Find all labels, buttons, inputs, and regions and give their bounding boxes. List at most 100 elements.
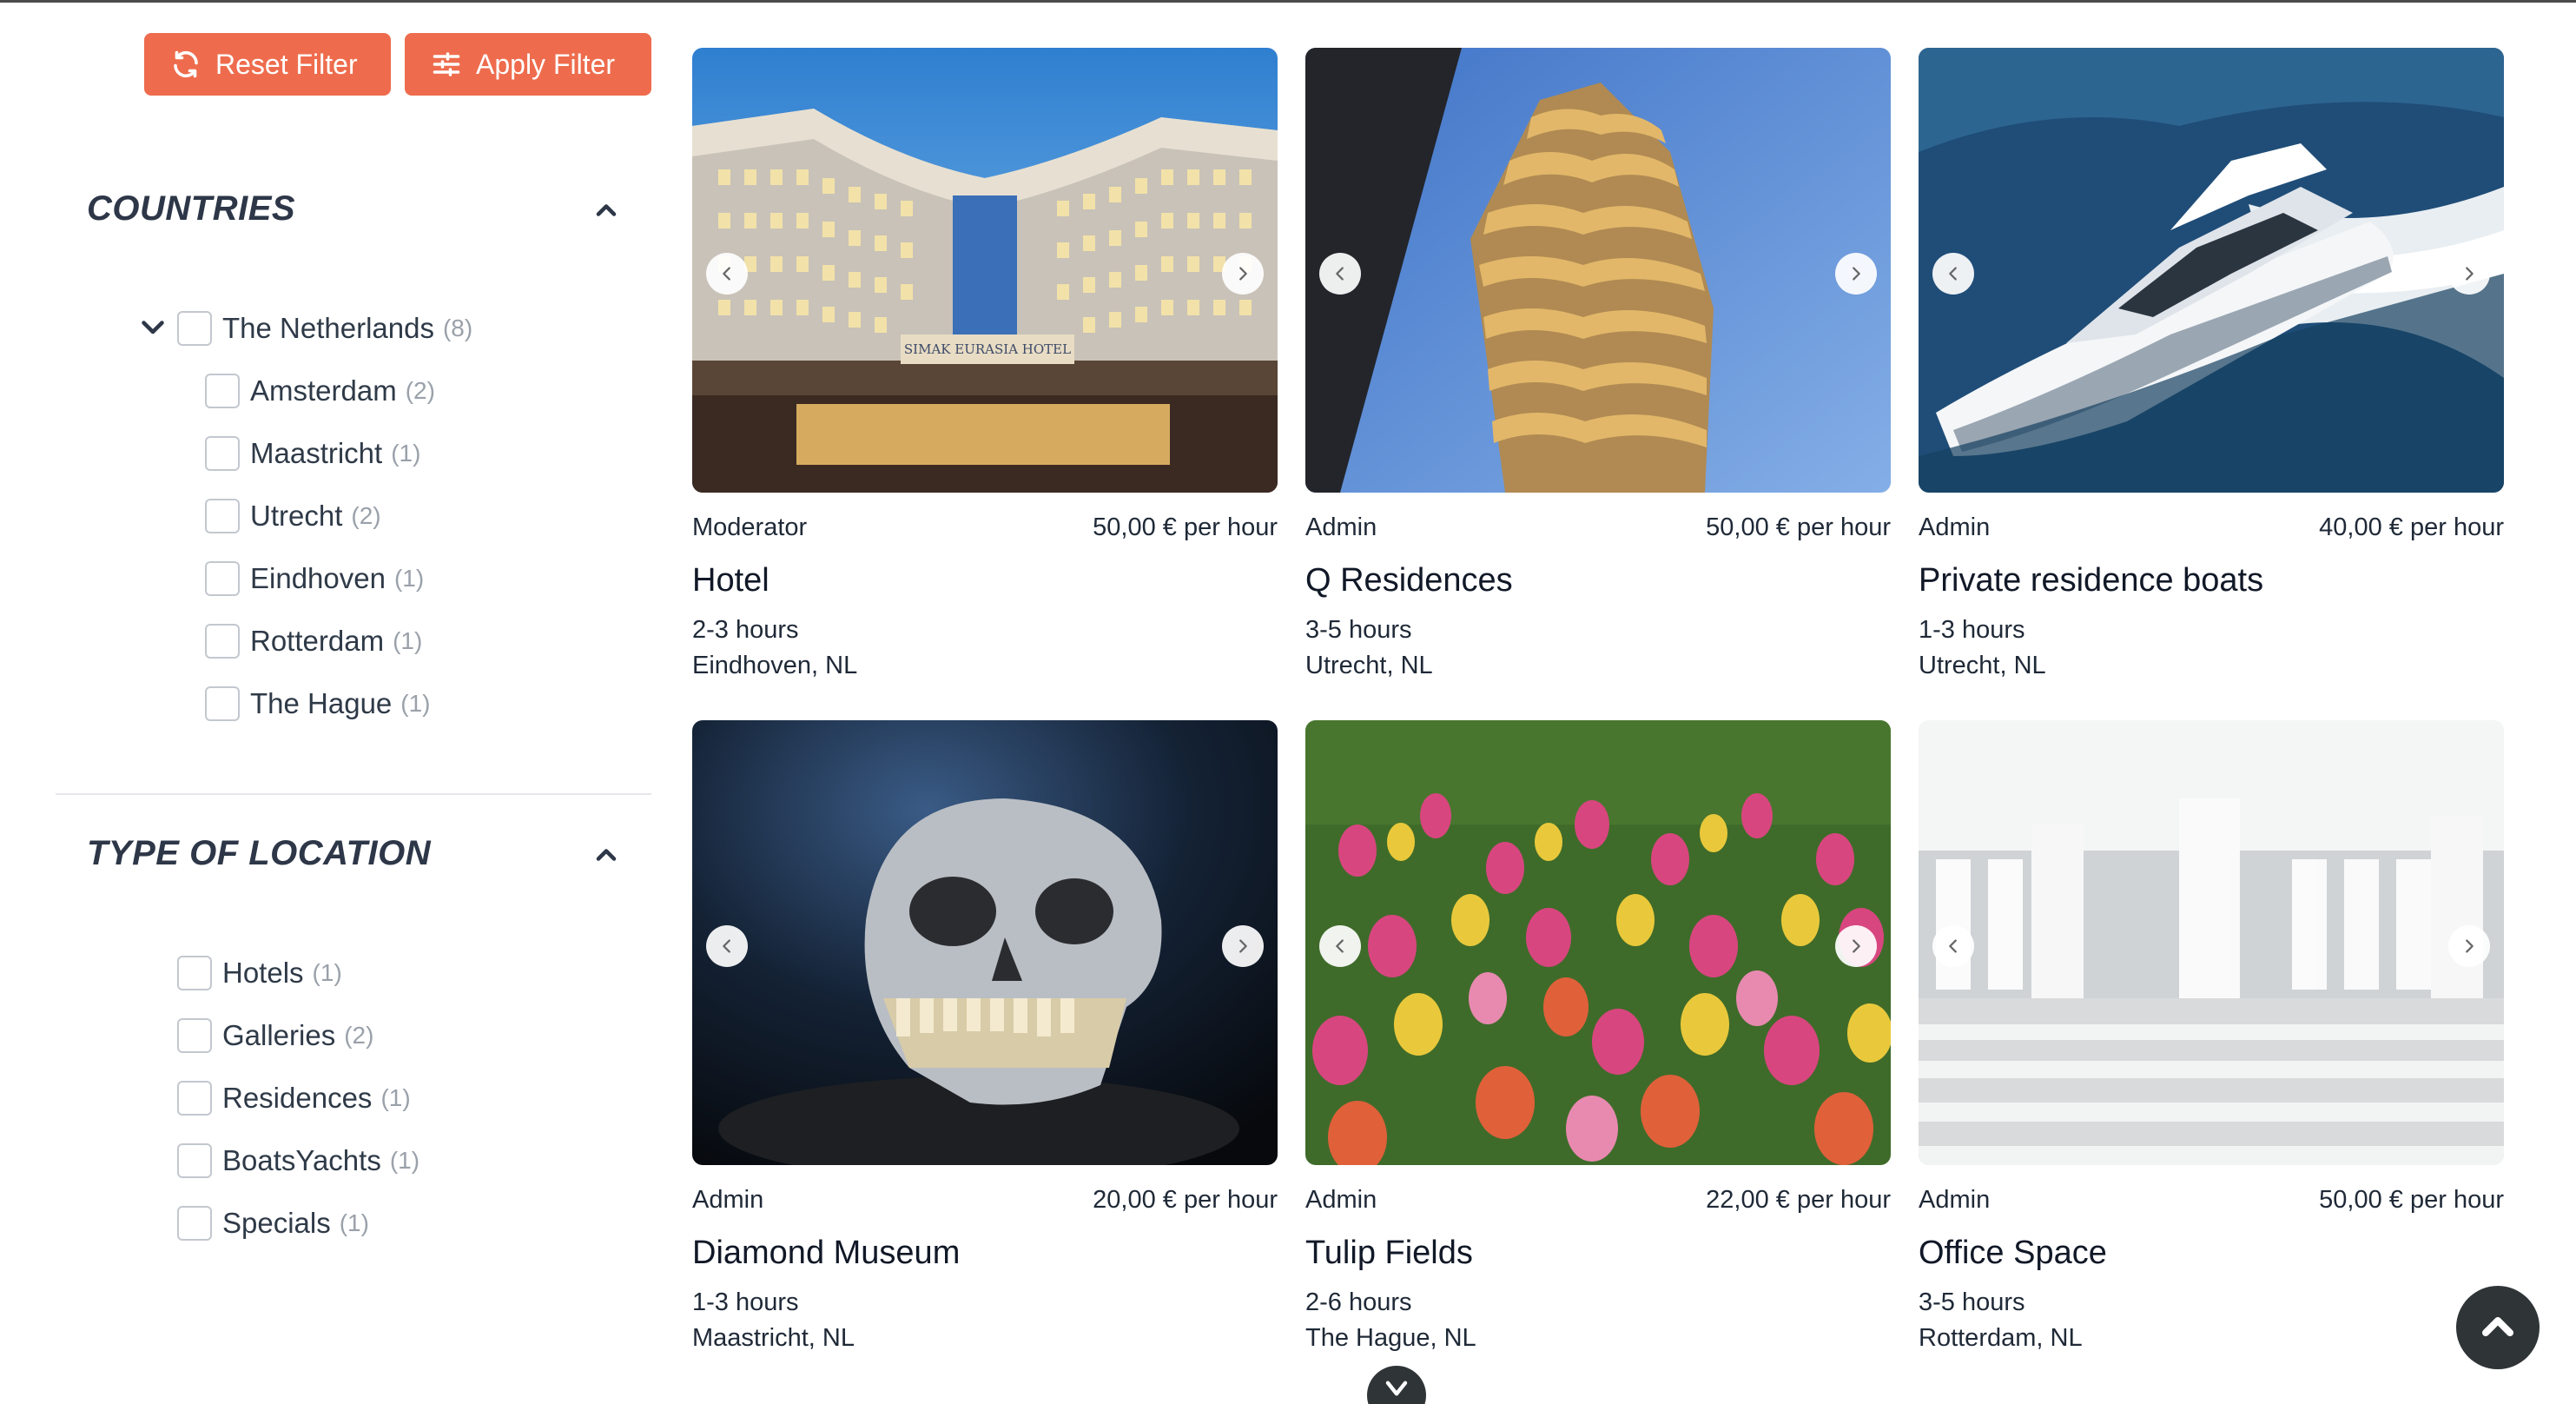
carousel-next-button[interactable] bbox=[2448, 253, 2490, 295]
city-item-rotterdam[interactable]: Rotterdam (1) bbox=[205, 622, 422, 660]
listing-title[interactable]: Hotel bbox=[692, 562, 1278, 607]
checkbox[interactable] bbox=[177, 311, 212, 346]
listing-card[interactable]: Admin 50,00 € per hour Office Space 3-5 … bbox=[1919, 720, 2504, 1353]
city-item-utrecht[interactable]: Utrecht (2) bbox=[205, 497, 381, 535]
location-type-count: (1) bbox=[312, 959, 342, 986]
location-type-item-hotels[interactable]: Hotels (1) bbox=[177, 954, 342, 992]
carousel-prev-button[interactable] bbox=[1319, 253, 1361, 295]
carousel-next-button[interactable] bbox=[1835, 253, 1877, 295]
checkbox[interactable] bbox=[205, 624, 240, 659]
location-type-count: (1) bbox=[380, 1084, 411, 1111]
checkbox[interactable] bbox=[205, 436, 240, 471]
country-label: The Netherlands bbox=[222, 312, 434, 344]
apply-filter-label: Apply Filter bbox=[476, 48, 616, 80]
checkbox[interactable] bbox=[177, 1018, 212, 1053]
location-type-label: BoatsYachts bbox=[222, 1144, 381, 1176]
listing-card[interactable]: Admin 22,00 € per hour Tulip Fields 2-6 … bbox=[1305, 720, 1891, 1353]
listing-title[interactable]: Office Space bbox=[1919, 1235, 2504, 1280]
checkbox[interactable] bbox=[205, 686, 240, 721]
carousel-next-button[interactable] bbox=[1222, 253, 1264, 295]
netherlands-expand-toggle[interactable] bbox=[137, 311, 168, 342]
reset-filter-button[interactable]: Reset Filter bbox=[144, 33, 391, 96]
scroll-down-button[interactable] bbox=[1367, 1366, 1426, 1404]
listing-duration: 2-3 hours bbox=[692, 616, 799, 644]
listing-title[interactable]: Diamond Museum bbox=[692, 1235, 1278, 1280]
listing-price: 50,00 € per hour bbox=[1706, 513, 1891, 541]
listing-price: 50,00 € per hour bbox=[1093, 513, 1278, 541]
location-type-item-residences[interactable]: Residences (1) bbox=[177, 1079, 411, 1117]
carousel-next-button[interactable] bbox=[2448, 925, 2490, 967]
carousel-prev-button[interactable] bbox=[1932, 253, 1974, 295]
city-count: (2) bbox=[405, 377, 435, 404]
checkbox[interactable] bbox=[177, 1081, 212, 1116]
chevron-left-icon bbox=[1949, 267, 1957, 281]
residence-tower-photo bbox=[1305, 48, 1891, 493]
checkbox[interactable] bbox=[177, 1143, 212, 1178]
scroll-to-top-button[interactable] bbox=[2456, 1286, 2540, 1369]
listing-image-diamond-museum[interactable] bbox=[692, 720, 1278, 1165]
listing-location: The Hague, NL bbox=[1305, 1324, 1476, 1352]
city-count: (1) bbox=[393, 565, 425, 592]
location-type-item-specials[interactable]: Specials (1) bbox=[177, 1204, 369, 1242]
city-item-eindhoven[interactable]: Eindhoven (1) bbox=[205, 560, 424, 598]
section-divider bbox=[56, 793, 651, 795]
carousel-prev-button[interactable] bbox=[706, 925, 748, 967]
listing-duration: 3-5 hours bbox=[1305, 616, 1412, 644]
listing-image-office-space[interactable] bbox=[1919, 720, 2504, 1165]
carousel-next-button[interactable] bbox=[1835, 925, 1877, 967]
listing-owner: Admin bbox=[1919, 513, 1991, 541]
listing-title[interactable]: Private residence boats bbox=[1919, 562, 2504, 607]
listing-card[interactable]: SIMAK EURASIA HOTEL Moderator 50,00 € pe… bbox=[692, 48, 1278, 680]
checkbox[interactable] bbox=[205, 499, 240, 533]
chevron-right-icon bbox=[2466, 267, 2474, 281]
carousel-prev-button[interactable] bbox=[1932, 925, 1974, 967]
listing-image-boats[interactable] bbox=[1919, 48, 2504, 493]
diamond-skull-photo bbox=[692, 720, 1278, 1165]
chevron-right-icon bbox=[1853, 939, 1860, 953]
city-label: The Hague bbox=[250, 687, 393, 719]
listing-owner: Admin bbox=[1305, 513, 1377, 541]
listing-owner: Admin bbox=[692, 1185, 764, 1214]
checkbox[interactable] bbox=[177, 956, 212, 990]
location-type-label: Residences bbox=[222, 1082, 373, 1114]
listing-image-q-residences[interactable] bbox=[1305, 48, 1891, 493]
carousel-next-button[interactable] bbox=[1222, 925, 1264, 967]
listing-card[interactable]: Admin 40,00 € per hour Private residence… bbox=[1919, 48, 2504, 680]
yacht-photo bbox=[1919, 48, 2504, 493]
listing-image-tulip-fields[interactable] bbox=[1305, 720, 1891, 1165]
apply-filter-button[interactable]: Apply Filter bbox=[405, 33, 651, 96]
country-item-netherlands[interactable]: The Netherlands (8) bbox=[177, 309, 472, 348]
listing-title[interactable]: Q Residences bbox=[1305, 562, 1891, 607]
location-type-label: Galleries bbox=[222, 1019, 336, 1051]
countries-collapse-toggle[interactable] bbox=[591, 195, 622, 226]
location-type-collapse-toggle[interactable] bbox=[591, 839, 622, 871]
chevron-right-icon bbox=[1239, 267, 1247, 281]
checkbox[interactable] bbox=[205, 561, 240, 596]
checkbox[interactable] bbox=[205, 374, 240, 408]
listing-title[interactable]: Tulip Fields bbox=[1305, 1235, 1891, 1280]
carousel-prev-button[interactable] bbox=[1319, 925, 1361, 967]
listing-location: Eindhoven, NL bbox=[692, 652, 858, 679]
checkbox[interactable] bbox=[177, 1206, 212, 1241]
location-type-item-boatsyachts[interactable]: BoatsYachts (1) bbox=[177, 1142, 419, 1180]
listing-card[interactable]: Admin 50,00 € per hour Q Residences 3-5 … bbox=[1305, 48, 1891, 680]
listing-location: Utrecht, NL bbox=[1305, 652, 1433, 679]
hotel-sign: SIMAK EURASIA HOTEL bbox=[904, 341, 1071, 357]
location-type-heading: TYPE OF LOCATION bbox=[87, 834, 432, 872]
listing-image-hotel[interactable]: SIMAK EURASIA HOTEL bbox=[692, 48, 1278, 493]
city-item-amsterdam[interactable]: Amsterdam (2) bbox=[205, 372, 435, 410]
hotel-photo: SIMAK EURASIA HOTEL bbox=[692, 48, 1278, 493]
city-label: Amsterdam bbox=[250, 374, 397, 407]
location-type-count: (1) bbox=[389, 1147, 420, 1174]
listing-card[interactable]: Admin 20,00 € per hour Diamond Museum 1-… bbox=[692, 720, 1278, 1353]
listing-location: Utrecht, NL bbox=[1919, 652, 2046, 679]
location-type-count: (1) bbox=[339, 1209, 369, 1236]
carousel-prev-button[interactable] bbox=[706, 253, 748, 295]
location-type-item-galleries[interactable]: Galleries (2) bbox=[177, 1017, 373, 1055]
chevron-left-icon bbox=[1336, 939, 1344, 953]
listing-price: 50,00 € per hour bbox=[2319, 1185, 2504, 1214]
chevron-left-icon bbox=[723, 267, 730, 281]
chevron-down-icon bbox=[142, 321, 164, 334]
city-item-maastricht[interactable]: Maastricht (1) bbox=[205, 434, 420, 473]
city-item-the-hague[interactable]: The Hague (1) bbox=[205, 685, 431, 723]
